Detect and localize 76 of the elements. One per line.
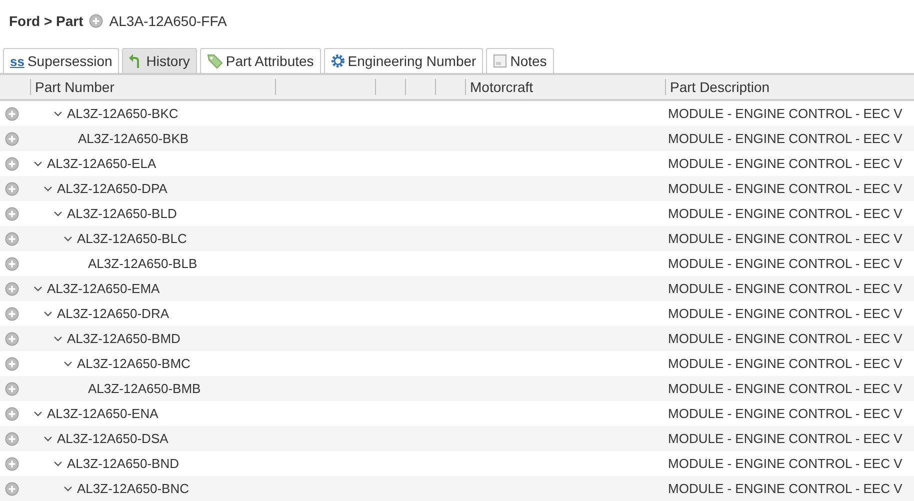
tab[interactable]: ss Supersession xyxy=(3,48,120,73)
part-number: AL3Z-12A650-ENA xyxy=(47,406,158,421)
tab[interactable]: History xyxy=(122,48,197,73)
part-description: MODULE - ENGINE CONTROL - EEC V xyxy=(667,281,904,296)
add-icon[interactable] xyxy=(5,156,19,170)
chevron-down-icon[interactable] xyxy=(53,334,63,342)
part-description: MODULE - ENGINE CONTROL - EEC V xyxy=(667,356,904,371)
add-icon[interactable] xyxy=(5,182,19,196)
add-icon[interactable] xyxy=(5,206,19,220)
part-number: AL3Z-12A650-ELA xyxy=(47,156,156,171)
note-icon xyxy=(493,54,508,68)
part-description: MODULE - ENGINE CONTROL - EEC V xyxy=(667,331,904,346)
add-icon[interactable] xyxy=(5,306,19,320)
part-description: MODULE - ENGINE CONTROL - EEC V xyxy=(667,131,904,146)
add-icon[interactable] xyxy=(5,432,19,446)
add-icon[interactable] xyxy=(5,282,19,296)
part-number: AL3Z-12A650-BMC xyxy=(77,356,190,371)
gear-icon xyxy=(330,54,345,68)
breadcrumb-path: Ford > Part xyxy=(9,13,84,29)
part-number: AL3Z-12A650-DPA xyxy=(57,181,168,196)
add-icon[interactable] xyxy=(5,232,19,246)
chevron-down-icon[interactable] xyxy=(43,310,53,318)
chevron-down-icon[interactable] xyxy=(63,484,73,492)
add-icon[interactable] xyxy=(5,456,19,470)
chevron-down-icon[interactable] xyxy=(63,360,73,368)
part-number: AL3Z-12A650-BMD xyxy=(67,331,180,346)
add-icon[interactable] xyxy=(5,132,19,146)
tab[interactable]: Engineering Number xyxy=(324,48,484,73)
add-icon[interactable] xyxy=(5,332,19,346)
part-description: MODULE - ENGINE CONTROL - EEC V xyxy=(667,181,904,196)
column-header[interactable]: Motorcraft xyxy=(470,79,534,95)
part-number: AL3Z-12A650-BKB xyxy=(78,131,189,146)
chevron-down-icon[interactable] xyxy=(53,210,63,218)
part-number: AL3Z-12A650-DSA xyxy=(57,431,168,446)
part-description: MODULE - ENGINE CONTROL - EEC V xyxy=(667,381,904,396)
part-number: AL3Z-12A650-BKC xyxy=(67,106,178,121)
add-icon[interactable] xyxy=(5,406,19,420)
part-number: AL3Z-12A650-BND xyxy=(67,456,179,471)
part-number: AL3Z-12A650-BMB xyxy=(88,381,201,396)
tab[interactable]: Part Attributes xyxy=(200,48,321,73)
chevron-down-icon[interactable] xyxy=(33,284,43,292)
tag-icon xyxy=(206,53,223,69)
chevron-down-icon[interactable] xyxy=(53,110,63,118)
part-number: AL3Z-12A650-BLC xyxy=(77,231,187,246)
add-icon[interactable] xyxy=(5,256,19,270)
part-description: MODULE - ENGINE CONTROL - EEC V xyxy=(667,206,904,221)
chevron-down-icon[interactable] xyxy=(63,234,73,242)
chevron-down-icon[interactable] xyxy=(43,434,53,442)
part-description: MODULE - ENGINE CONTROL - EEC V xyxy=(667,306,904,321)
part-number-title: AL3A-12A650-FFA xyxy=(109,13,227,29)
add-icon[interactable] xyxy=(89,14,104,28)
part-number: AL3Z-12A650-DRA xyxy=(57,306,169,321)
add-icon[interactable] xyxy=(5,356,19,370)
chevron-down-icon[interactable] xyxy=(33,410,43,418)
chevron-down-icon[interactable] xyxy=(43,184,53,192)
part-number: AL3Z-12A650-EMA xyxy=(47,281,160,296)
add-icon[interactable] xyxy=(5,382,19,396)
supersession-icon: ss xyxy=(10,54,24,68)
column-header[interactable]: Part Number xyxy=(35,79,114,95)
chevron-down-icon[interactable] xyxy=(33,160,43,168)
part-description: MODULE - ENGINE CONTROL - EEC V xyxy=(667,481,904,496)
part-description: MODULE - ENGINE CONTROL - EEC V xyxy=(667,256,904,271)
column-header[interactable]: Part Description xyxy=(670,79,770,95)
add-icon[interactable] xyxy=(5,482,19,496)
tab[interactable]: Notes xyxy=(486,48,554,73)
part-description: MODULE - ENGINE CONTROL - EEC V xyxy=(667,406,904,421)
part-description: MODULE - ENGINE CONTROL - EEC V xyxy=(667,156,904,171)
part-description: MODULE - ENGINE CONTROL - EEC V xyxy=(667,431,904,446)
part-description: MODULE - ENGINE CONTROL - EEC V xyxy=(667,106,904,121)
part-number: AL3Z-12A650-BLB xyxy=(88,256,198,271)
chevron-down-icon[interactable] xyxy=(53,460,63,468)
part-number: AL3Z-12A650-BNC xyxy=(77,481,189,496)
part-description: MODULE - ENGINE CONTROL - EEC V xyxy=(667,456,904,471)
part-number: AL3Z-12A650-BLD xyxy=(67,206,177,221)
part-description: MODULE - ENGINE CONTROL - EEC V xyxy=(667,231,904,246)
add-icon[interactable] xyxy=(5,106,19,120)
